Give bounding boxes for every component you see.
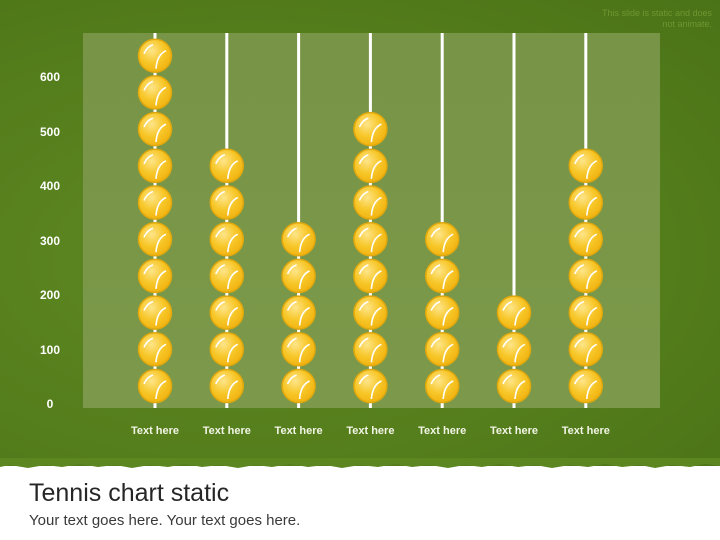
tennis-ball	[137, 295, 173, 330]
tennis-ball	[353, 295, 388, 330]
tennis-ball	[281, 368, 316, 404]
tennis-ball	[424, 258, 460, 294]
tennis-ball	[496, 368, 532, 404]
tennis-ball	[353, 111, 388, 147]
tennis-ball	[137, 111, 173, 147]
tennis-ball	[281, 295, 316, 330]
x-tick-label: Text here	[130, 425, 180, 437]
tennis-ball	[209, 258, 245, 294]
tennis-ball	[281, 221, 316, 257]
tennis-ball	[209, 332, 245, 367]
x-tick-label: Text here	[346, 425, 395, 437]
tennis-ball	[281, 332, 316, 367]
tennis-ball	[568, 258, 604, 294]
tennis-ball	[353, 332, 388, 367]
tennis-ball	[353, 185, 388, 220]
slide-subtitle: Your text goes here. Your text goes here…	[29, 512, 301, 529]
tennis-ball	[568, 332, 604, 367]
x-tick-label: Text here	[561, 425, 610, 437]
tennis-ball	[137, 148, 173, 184]
tennis-ball	[424, 368, 460, 404]
tennis-ball	[568, 295, 604, 330]
tennis-ball	[353, 221, 388, 257]
tennis-ball	[137, 258, 173, 294]
tennis-ball	[353, 368, 388, 404]
tennis-ball-chart	[137, 33, 604, 408]
tennis-ball	[209, 295, 245, 330]
tennis-ball	[137, 38, 173, 73]
x-tick-label: Text here	[202, 425, 251, 437]
tennis-ball	[568, 221, 604, 257]
x-tick-label: Text here	[274, 425, 323, 437]
tennis-ball	[568, 185, 604, 220]
tennis-ball	[209, 368, 245, 404]
tennis-ball	[568, 148, 604, 184]
tennis-ball	[137, 221, 173, 257]
tennis-ball	[209, 185, 245, 220]
tennis-ball	[424, 295, 460, 330]
slide-title: Tennis chart static	[29, 479, 230, 507]
tennis-ball	[209, 221, 245, 257]
tennis-ball	[353, 148, 388, 184]
tennis-ball	[209, 148, 245, 184]
tennis-ball	[137, 75, 173, 110]
tennis-ball	[496, 295, 532, 330]
tennis-ball	[424, 221, 460, 257]
tennis-ball	[568, 368, 604, 404]
tennis-ball	[353, 258, 388, 294]
x-tick-label: Text here	[489, 425, 539, 437]
tennis-ball	[137, 332, 173, 367]
tennis-ball	[137, 185, 173, 220]
tennis-ball	[137, 368, 173, 404]
tennis-ball	[496, 332, 532, 367]
tennis-ball	[281, 258, 316, 294]
tennis-ball	[424, 332, 460, 367]
x-tick-label: Text here	[418, 425, 467, 437]
